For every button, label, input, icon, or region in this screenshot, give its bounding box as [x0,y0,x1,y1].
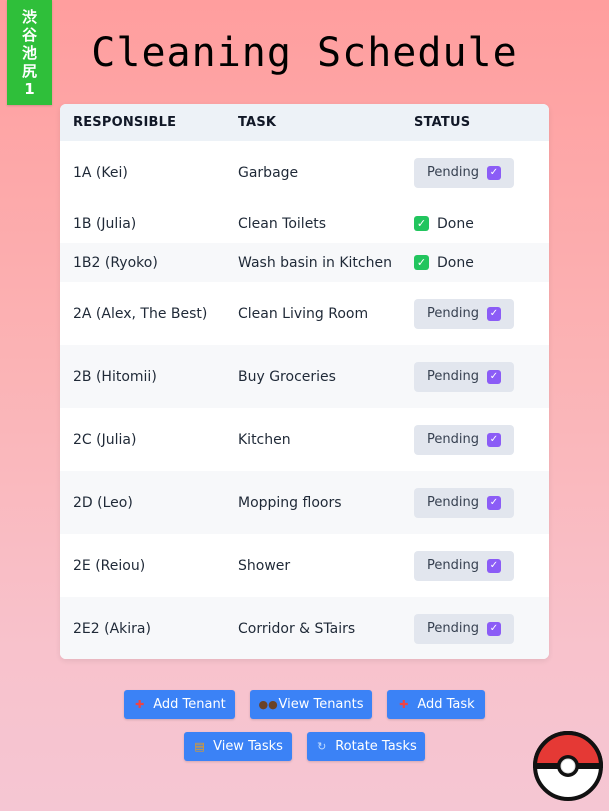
badge-char: 渋 [21,7,37,26]
table-row: 2D (Leo) Mopping floors Pending ✓ [60,471,549,534]
task-cell: Buy Groceries [238,368,336,385]
table-row: 1A (Kei) Garbage Pending ✓ [60,141,549,204]
status-cell: Pending ✓ [414,534,549,597]
task-cell: Garbage [238,164,299,181]
status-cell: Pending ✓ [414,141,549,204]
pending-button[interactable]: Pending ✓ [414,298,514,329]
pending-label: Pending [427,558,479,573]
responsible-cell: 1B (Julia) [73,215,137,232]
rotate-tasks-button[interactable]: ↻ Rotate Tasks [307,732,425,761]
pending-label: Pending [427,621,479,636]
responsible-cell: 2E2 (Akira) [73,620,151,637]
rotate-tasks-label: Rotate Tasks [335,739,417,754]
table-row: 2E2 (Akira) Corridor & STairs Pending ✓ [60,597,549,659]
check-mark-icon: ✓ [414,216,429,232]
plus-icon: ✚ [399,698,409,711]
header-status: STATUS [414,104,549,141]
add-tenant-button[interactable]: ✚ Add Tenant [124,690,235,719]
plus-icon: ✚ [135,698,145,711]
view-tenants-button[interactable]: ●● View Tenants [250,690,372,719]
table-body: 1A (Kei) Garbage Pending ✓ 1B (Julia) Cle… [60,141,549,659]
schedule-table: RESPONSIBLE TASK STATUS 1A (Kei) Garbage… [60,104,549,659]
table-row: 2A (Alex, The Best) Clean Living Room Pe… [60,282,549,345]
responsible-cell: 2B (Hitomii) [73,368,157,385]
status-cell: ✓ Done [414,204,549,243]
header-responsible: RESPONSIBLE [60,104,225,141]
status-cell: Pending ✓ [414,597,549,659]
task-cell: Kitchen [238,431,291,448]
task-cell: Shower [238,557,291,574]
pending-label: Pending [427,369,479,384]
add-tenant-label: Add Tenant [153,697,226,712]
done-status: ✓ Done [414,255,474,271]
done-label: Done [437,254,474,271]
checkbox-icon: ✓ [486,369,501,384]
pending-label: Pending [427,306,479,321]
responsible-cell: 2A (Alex, The Best) [73,305,208,322]
responsible-cell: 1A (Kei) [73,164,128,181]
checkbox-icon: ✓ [486,495,501,510]
done-label: Done [437,215,474,232]
pokeball-icon[interactable] [533,731,603,801]
add-task-button[interactable]: ✚ Add Task [387,690,485,719]
check-mark-icon: ✓ [414,255,429,271]
pending-button[interactable]: Pending ✓ [414,424,514,455]
checkbox-icon: ✓ [486,165,501,180]
header-task: TASK [225,104,414,141]
table-row: 1B (Julia) Clean Toilets ✓ Done [60,204,549,243]
header-row: RESPONSIBLE TASK STATUS [60,104,549,141]
task-cell: Corridor & STairs [238,620,356,637]
add-task-label: Add Task [417,697,475,712]
status-cell: Pending ✓ [414,282,549,345]
done-status: ✓ Done [414,216,474,232]
checkbox-icon: ✓ [486,432,501,447]
pending-label: Pending [427,165,479,180]
table-row: 1B2 (Ryoko) Wash basin in Kitchen ✓ Done [60,243,549,282]
pending-button[interactable]: Pending ✓ [414,361,514,392]
status-cell: ✓ Done [414,243,549,282]
status-cell: Pending ✓ [414,408,549,471]
responsible-cell: 1B2 (Ryoko) [73,254,158,271]
responsible-cell: 2E (Reiou) [73,557,146,574]
status-cell: Pending ✓ [414,471,549,534]
rotate-icon: ↻ [317,740,327,753]
task-cell: Mopping floors [238,494,342,511]
view-tasks-button[interactable]: ▤ View Tasks [184,732,292,761]
task-cell: Clean Toilets [238,215,327,232]
checkbox-icon: ✓ [486,558,501,573]
checkbox-icon: ✓ [486,306,501,321]
responsible-cell: 2D (Leo) [73,494,133,511]
pending-button[interactable]: Pending ✓ [414,550,514,581]
view-tasks-label: View Tasks [213,739,283,754]
pending-button[interactable]: Pending ✓ [414,613,514,644]
table-header: RESPONSIBLE TASK STATUS [60,104,549,141]
table-row: 2B (Hitomii) Buy Groceries Pending ✓ [60,345,549,408]
responsible-cell: 2C (Julia) [73,431,137,448]
pending-button[interactable]: Pending ✓ [414,157,514,188]
schedule-card: RESPONSIBLE TASK STATUS 1A (Kei) Garbage… [60,104,549,659]
pending-button[interactable]: Pending ✓ [414,487,514,518]
pending-label: Pending [427,495,479,510]
clipboard-icon: ▤ [194,740,205,753]
task-cell: Clean Living Room [238,305,369,322]
view-tenants-label: View Tenants [278,697,364,712]
task-cell: Wash basin in Kitchen [238,254,392,271]
badge-char: 1 [24,79,35,98]
table-row: 2C (Julia) Kitchen Pending ✓ [60,408,549,471]
checkbox-icon: ✓ [486,621,501,636]
status-cell: Pending ✓ [414,345,549,408]
pending-label: Pending [427,432,479,447]
table-row: 2E (Reiou) Shower Pending ✓ [60,534,549,597]
page-title: Cleaning Schedule [91,30,518,76]
people-icon: ●● [258,698,278,711]
